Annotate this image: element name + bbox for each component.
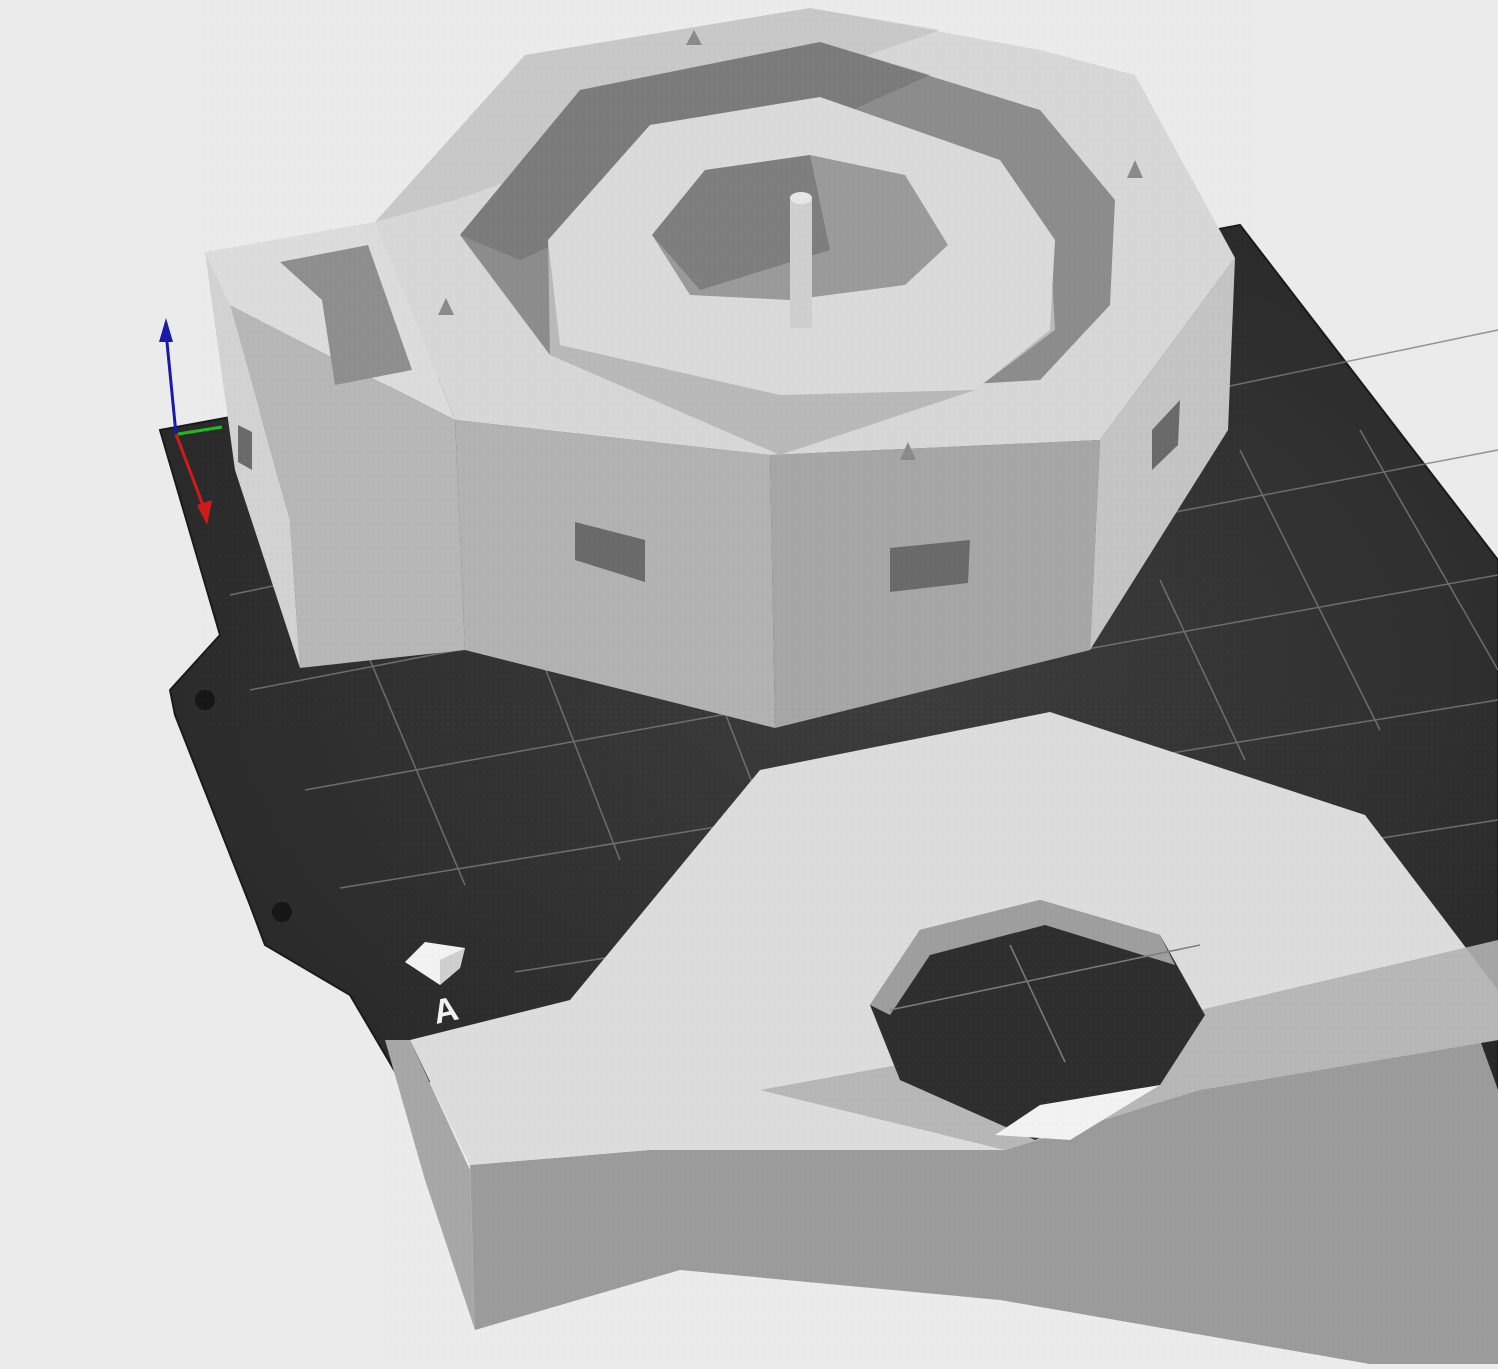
center-pillar <box>790 198 812 328</box>
bed-mount-hole <box>272 902 292 922</box>
3d-viewport[interactable]: A <box>0 0 1498 1364</box>
bed-mount-hole <box>195 690 215 710</box>
z-axis-arrow-icon <box>159 318 173 342</box>
scene-canvas[interactable]: A <box>0 0 1498 1364</box>
octagonal-bunker-model[interactable] <box>200 0 1250 730</box>
z-axis-line <box>164 331 178 435</box>
center-pillar-top <box>790 192 812 204</box>
